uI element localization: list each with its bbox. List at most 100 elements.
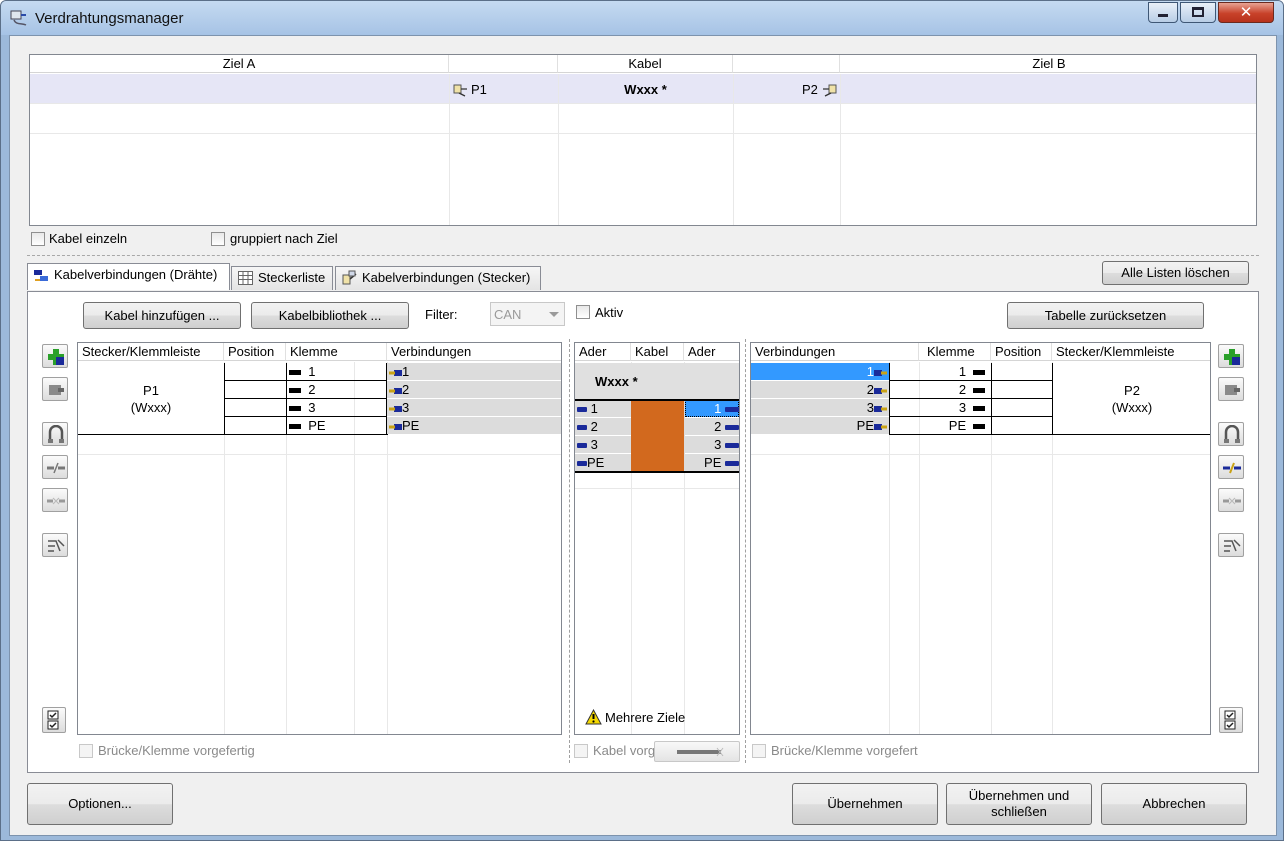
add-connector-button-right[interactable] — [1218, 344, 1244, 368]
client-area: Ziel A Kabel Ziel B P1 Wxxx * P2 Kabel e… — [9, 35, 1277, 836]
apply-close-line1: Übernehmen und — [968, 788, 1070, 803]
route-wires-icon — [48, 539, 65, 552]
header-stecker[interactable]: Stecker/Klemmleiste — [78, 343, 224, 361]
connection-cell[interactable]: 3 — [751, 399, 887, 416]
left-connector-table[interactable]: Stecker/Klemmleiste Position Klemme Verb… — [77, 342, 562, 735]
cancel-button[interactable]: Abbrechen — [1101, 783, 1247, 825]
connection-cell[interactable]: PE — [389, 417, 419, 434]
wire-row[interactable]: 3 — [577, 436, 598, 453]
check-all-icon — [1224, 710, 1236, 730]
connection-cell[interactable]: 2 — [751, 381, 887, 398]
header-position[interactable]: Position — [991, 343, 1052, 361]
right-connector-name: P2 — [1124, 383, 1140, 398]
connection-cell[interactable]: 3 — [389, 399, 409, 416]
connect-wires-button[interactable] — [42, 455, 68, 479]
kabel-einzeln-checkbox[interactable] — [31, 232, 45, 246]
cable-library-button[interactable]: Kabelbibliothek ... — [251, 302, 409, 329]
clear-all-lists-button[interactable]: Alle Listen löschen — [1102, 261, 1249, 285]
header-verbindungen[interactable]: Verbindungen — [387, 343, 561, 361]
terminal-icon — [289, 388, 301, 394]
filter-label: Filter: — [425, 307, 458, 322]
connection-cell[interactable]: 1 — [389, 363, 409, 380]
table-row[interactable]: 2 — [289, 381, 385, 398]
header-klemme[interactable]: Klemme — [919, 343, 991, 361]
table-row[interactable]: 3 — [891, 399, 989, 416]
wire-row[interactable]: 2 — [685, 418, 739, 435]
header-verbindungen[interactable]: Verbindungen — [751, 343, 919, 361]
add-connector-button[interactable] — [42, 344, 68, 368]
maximize-button[interactable] — [1180, 2, 1216, 23]
header-ader-right[interactable]: Ader — [684, 343, 739, 361]
tab-steckerliste[interactable]: Steckerliste — [231, 266, 333, 290]
filter-dropdown[interactable]: CAN — [490, 302, 565, 326]
wire-row[interactable]: PE — [685, 454, 739, 471]
header-ziel-b[interactable]: Ziel B — [840, 55, 1256, 73]
route-wires-icon — [1224, 539, 1241, 552]
tab-kabelverbindungen-draehte[interactable]: Kabelverbindungen (Drähte) — [27, 263, 230, 290]
tab-kabelverbindungen-stecker[interactable]: Kabelverbindungen (Stecker) — [335, 266, 541, 290]
terminal-icon — [289, 370, 301, 376]
middle-cable-table[interactable]: Ader Kabel Ader Wxxx * 1 2 3 PE 1 2 3 PE… — [574, 342, 740, 735]
options-button[interactable]: Optionen... — [27, 783, 173, 825]
header-blank-2[interactable] — [733, 55, 840, 73]
table-row[interactable]: 1 — [289, 363, 385, 380]
close-button[interactable]: ✕ — [1218, 2, 1274, 23]
wire-row[interactable]: 1 — [685, 400, 739, 417]
pin-icon — [725, 407, 739, 413]
gruppiert-checkbox[interactable] — [211, 232, 225, 246]
window-title: Verdrahtungsmanager — [35, 10, 184, 27]
check-all-button-right[interactable] — [1219, 707, 1243, 733]
wire-row[interactable]: 2 — [577, 418, 598, 435]
cable-preview-button[interactable] — [654, 741, 740, 762]
left-bridge-checkbox[interactable] — [79, 744, 93, 758]
header-stecker[interactable]: Stecker/Klemmleiste — [1052, 343, 1210, 361]
apply-and-close-button[interactable]: Übernehmen und schließen — [946, 783, 1092, 825]
apply-button[interactable]: Übernehmen — [792, 783, 938, 825]
connection-cell[interactable]: PE — [751, 417, 887, 434]
reset-table-button[interactable]: Tabelle zurücksetzen — [1007, 302, 1204, 329]
right-connector-table[interactable]: Verbindungen Klemme Position Stecker/Kle… — [750, 342, 1211, 735]
right-bridge-checkbox[interactable] — [752, 744, 766, 758]
bridge-button[interactable] — [42, 422, 68, 446]
wire-row[interactable]: PE — [577, 454, 604, 471]
aktiv-checkbox[interactable] — [576, 305, 590, 319]
header-ader-left[interactable]: Ader — [575, 343, 631, 361]
left-splitter[interactable] — [569, 339, 570, 763]
table-row[interactable]: PE — [891, 417, 989, 434]
table-row[interactable]: 2 — [891, 381, 989, 398]
connect-wires-button-right[interactable] — [1218, 455, 1244, 479]
route-wires-button-right[interactable] — [1218, 533, 1244, 557]
connection-cell[interactable]: 1 — [751, 363, 887, 380]
route-wires-button[interactable] — [42, 533, 68, 557]
connection-cell[interactable]: 2 — [389, 381, 409, 398]
filter-value: CAN — [494, 307, 522, 322]
wire-row[interactable]: 3 — [685, 436, 739, 453]
header-kabel[interactable]: Kabel — [558, 55, 733, 73]
table-row[interactable]: 1 — [891, 363, 989, 380]
right-splitter[interactable] — [745, 339, 746, 763]
wire-row[interactable]: 1 — [577, 400, 598, 417]
pin-icon — [725, 425, 739, 431]
header-blank-1[interactable] — [449, 55, 558, 73]
disconnect-wires-button[interactable] — [42, 488, 68, 512]
header-ziel-a[interactable]: Ziel A — [30, 55, 449, 73]
minimize-button[interactable] — [1148, 2, 1178, 23]
terminal-icon — [973, 388, 986, 394]
table-row[interactable]: 3 — [289, 399, 385, 416]
header-position[interactable]: Position — [224, 343, 286, 361]
check-all-button[interactable] — [42, 707, 66, 733]
add-cable-button[interactable]: Kabel hinzufügen ... — [83, 302, 241, 329]
splitter[interactable] — [27, 255, 1259, 256]
bridge-button-right[interactable] — [1218, 422, 1244, 446]
tab-label: Steckerliste — [258, 270, 326, 285]
terminal-icon — [289, 424, 301, 430]
header-klemme[interactable]: Klemme — [286, 343, 387, 361]
header-kabel[interactable]: Kabel — [631, 343, 684, 361]
table-row[interactable]: PE — [289, 417, 385, 434]
title-bar[interactable]: Verdrahtungsmanager ✕ — [1, 1, 1283, 35]
remove-connector-button-right[interactable] — [1218, 377, 1244, 401]
cable-prefab-checkbox[interactable] — [574, 744, 588, 758]
top-cable-grid[interactable]: Ziel A Kabel Ziel B P1 Wxxx * P2 — [29, 54, 1257, 226]
remove-connector-button[interactable] — [42, 377, 68, 401]
disconnect-wires-button-right[interactable] — [1218, 488, 1244, 512]
